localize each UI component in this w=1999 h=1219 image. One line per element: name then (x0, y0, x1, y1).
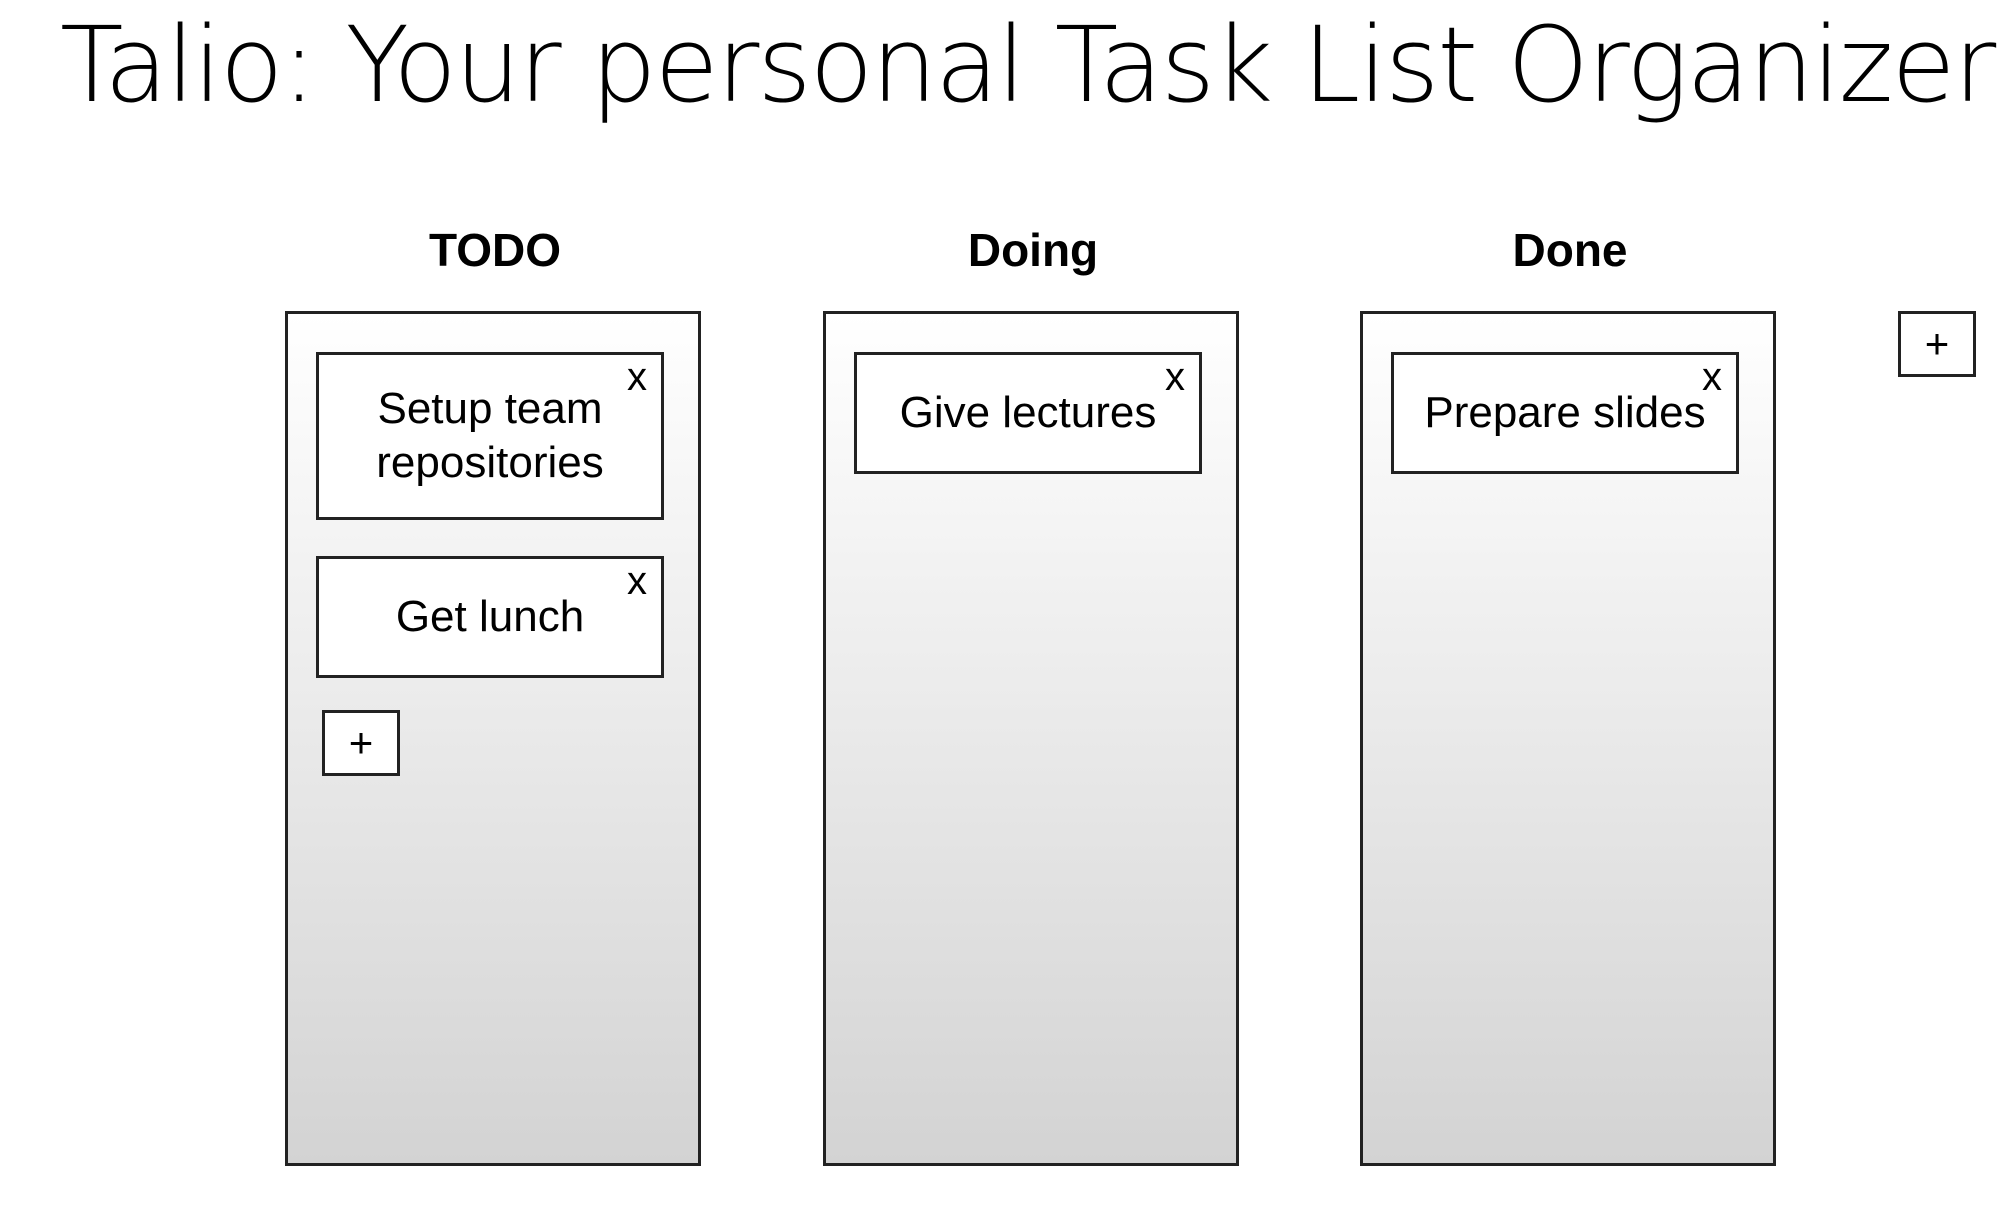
task-card-text: Get lunch (395, 592, 585, 641)
task-card-text: Prepare slides (1424, 388, 1706, 437)
page-title: Talio: Your personal Task List Organizer (60, 4, 1996, 126)
list-heading-doing: Doing (967, 224, 1099, 276)
task-card-text: Give lectures (899, 388, 1157, 437)
list-panel-done: Prepare slides x (1360, 311, 1776, 1166)
close-icon[interactable]: x (627, 559, 647, 603)
task-card[interactable]: Setup team repositories x (316, 352, 664, 520)
list-panel-todo: Setup team repositories x Get lunch x + (285, 311, 701, 1166)
task-card[interactable]: Give lectures x (854, 352, 1202, 474)
task-card[interactable]: Prepare slides x (1391, 352, 1739, 474)
add-task-button[interactable]: + (322, 710, 400, 776)
close-icon[interactable]: x (1702, 355, 1722, 399)
list-heading-done: Done (1512, 224, 1628, 276)
list-heading-todo: TODO (428, 224, 562, 276)
task-card[interactable]: Get lunch x (316, 556, 664, 678)
close-icon[interactable]: x (627, 355, 647, 399)
close-icon[interactable]: x (1165, 355, 1185, 399)
add-list-button[interactable]: + (1898, 311, 1976, 377)
list-panel-doing: Give lectures x (823, 311, 1239, 1166)
task-card-text: Setup team repositories (376, 384, 604, 487)
